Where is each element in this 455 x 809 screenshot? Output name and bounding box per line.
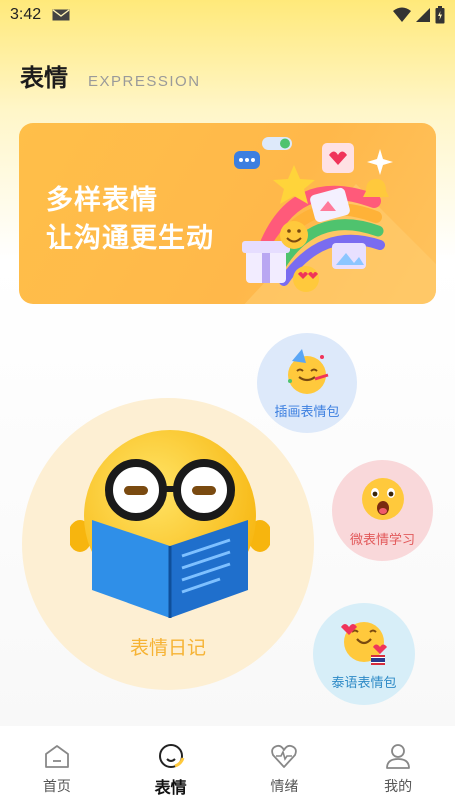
promo-banner[interactable]: 多样表情 让沟通更生动 — [19, 123, 436, 304]
signal-icon — [416, 8, 430, 22]
status-bar: 3:42 — [0, 0, 455, 32]
tab-emoji[interactable]: 表情 — [114, 726, 228, 809]
emoji-icon — [158, 744, 185, 768]
illustration-stickers-card[interactable]: 插画表情包 — [257, 333, 357, 433]
thai-stickers-card[interactable]: 泰语表情包 — [313, 603, 415, 705]
tab-emoji-label: 表情 — [154, 778, 187, 797]
wifi-icon — [393, 7, 411, 22]
party-emoji-icon — [288, 349, 329, 394]
tab-home-label: 首页 — [42, 779, 71, 795]
tab-mood-label: 情绪 — [270, 779, 299, 795]
home-icon — [44, 745, 69, 768]
micro-expression-label: 微表情学习 — [349, 533, 415, 548]
status-time: 3:42 — [10, 6, 42, 23]
reading-emoji-illustration — [70, 430, 270, 618]
tab-home[interactable]: 首页 — [0, 726, 114, 809]
system-icons — [393, 6, 445, 24]
heart-pulse-icon — [271, 744, 298, 768]
bottom-tab-bar: 首页 表情 情绪 我的 — [0, 726, 455, 809]
emoji-rainbow-illustration — [234, 137, 393, 292]
emoji-diary-card[interactable]: 表情日记 — [22, 398, 314, 690]
tab-profile[interactable]: 我的 — [341, 726, 455, 809]
mail-icon — [52, 9, 70, 21]
tab-profile-label: 我的 — [384, 779, 413, 795]
illustration-stickers-label: 插画表情包 — [274, 405, 340, 420]
banner-headline: 多样表情 — [46, 185, 158, 216]
battery-icon — [435, 6, 445, 24]
page-title: 表情 — [20, 64, 68, 92]
emoji-diary-label: 表情日记 — [129, 637, 206, 659]
user-icon — [386, 744, 411, 769]
micro-expression-card[interactable]: 微表情学习 — [332, 460, 433, 561]
thai-stickers-label: 泰语表情包 — [331, 676, 397, 691]
page-subtitle: EXPRESSION — [88, 73, 201, 90]
surprised-emoji-icon — [361, 478, 404, 520]
tab-mood[interactable]: 情绪 — [228, 726, 342, 809]
banner-subheadline: 让沟通更生动 — [46, 223, 214, 254]
love-emoji-icon — [341, 622, 387, 665]
